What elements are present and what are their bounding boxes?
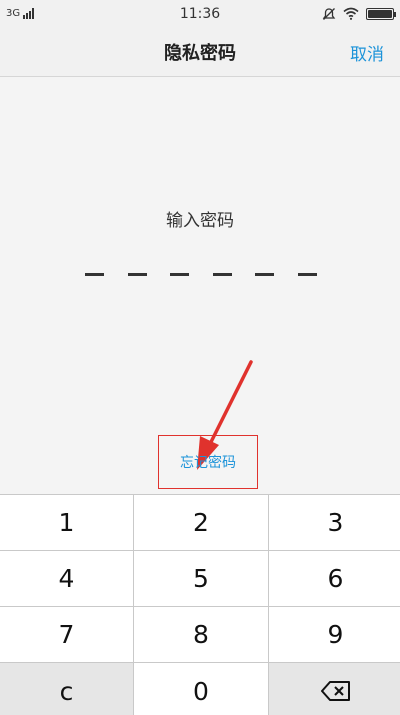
mute-icon xyxy=(322,7,336,20)
pin-slot-1 xyxy=(85,273,104,276)
nav-bar: 隐私密码 取消 xyxy=(0,27,400,77)
key-4[interactable]: 4 xyxy=(0,551,133,606)
pin-indicator xyxy=(85,273,317,279)
key-9[interactable]: 9 xyxy=(269,607,400,662)
key-0[interactable]: 0 xyxy=(134,663,268,715)
key-3[interactable]: 3 xyxy=(269,495,400,550)
forgot-password-highlight: 忘记密码 xyxy=(158,435,258,489)
pin-slot-4 xyxy=(212,273,232,276)
forgot-password-link[interactable]: 忘记密码 xyxy=(180,452,236,472)
status-left: 3G xyxy=(6,8,35,19)
password-entry-area: 输入密码 忘记密码 xyxy=(0,78,400,494)
key-7[interactable]: 7 xyxy=(0,607,133,662)
pin-slot-3 xyxy=(170,273,190,276)
key-5[interactable]: 5 xyxy=(134,551,268,606)
network-type: 3G xyxy=(6,8,21,19)
annotation-arrow xyxy=(197,360,253,470)
numeric-keypad: 1 2 3 4 5 6 7 8 9 c 0 xyxy=(0,494,400,715)
password-prompt: 输入密码 xyxy=(166,211,234,231)
key-2[interactable]: 2 xyxy=(134,495,268,550)
signal-icon xyxy=(23,8,35,19)
cancel-button[interactable]: 取消 xyxy=(350,27,384,77)
pin-slot-5 xyxy=(255,273,275,276)
key-clear[interactable]: c xyxy=(0,663,133,715)
pin-slot-2 xyxy=(127,273,147,276)
pin-slot-6 xyxy=(297,273,317,276)
key-8[interactable]: 8 xyxy=(134,607,268,662)
page-title: 隐私密码 xyxy=(164,42,236,64)
key-delete[interactable] xyxy=(269,663,400,715)
key-6[interactable]: 6 xyxy=(269,551,400,606)
backspace-icon xyxy=(320,681,350,701)
status-bar: 3G 11:36 xyxy=(0,0,400,27)
wifi-icon xyxy=(343,7,359,20)
battery-icon xyxy=(366,7,396,20)
status-right xyxy=(322,7,396,21)
privacy-password-screen: 3G 11:36 隐私密码 取消 输入密码 忘记密码 1 2 3 4 5 6 7… xyxy=(0,0,400,715)
key-1[interactable]: 1 xyxy=(0,495,133,550)
